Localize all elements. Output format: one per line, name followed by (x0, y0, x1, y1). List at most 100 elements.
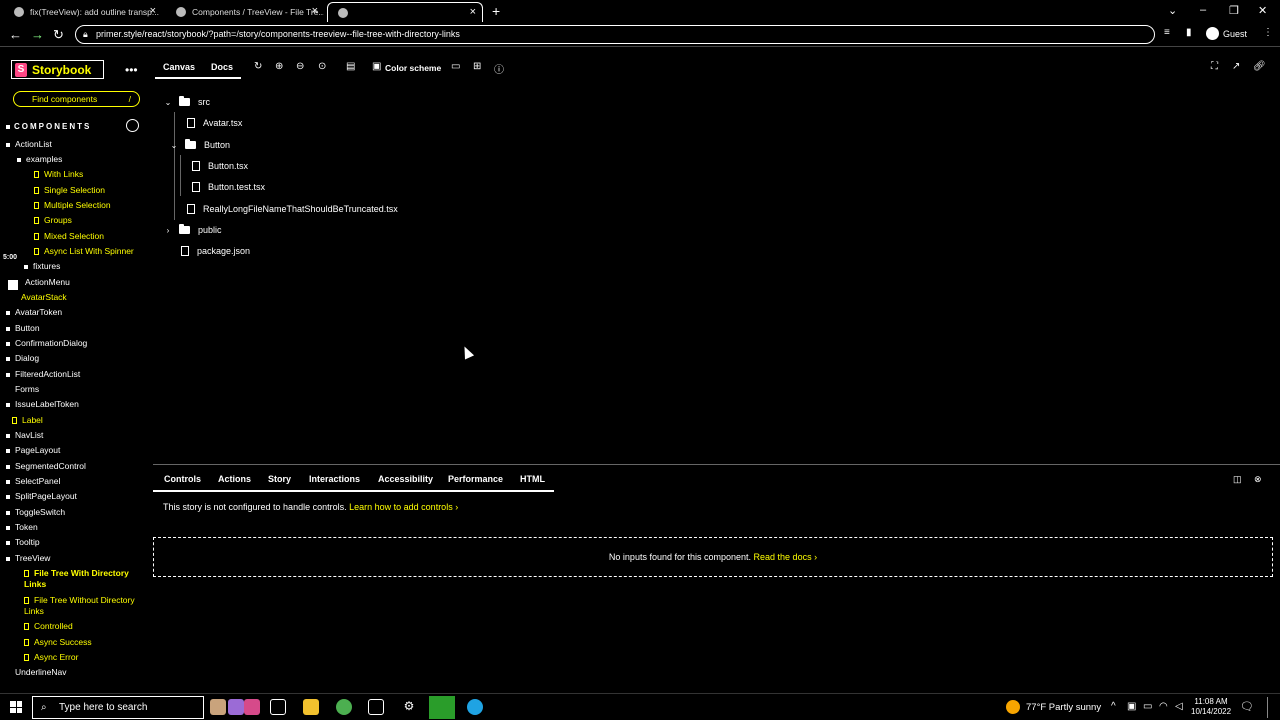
zoom-reset-icon[interactable]: ⊙ (318, 61, 326, 72)
sidebar-item-filteredactionlist[interactable]: FilteredActionList (6, 369, 80, 379)
back-icon[interactable]: ← (9, 27, 22, 42)
read-docs-link[interactable]: Read the docs › (754, 552, 818, 562)
zoom-in-icon[interactable]: ⊕ (275, 61, 283, 72)
sidebar-item-label-story[interactable]: Label (12, 415, 43, 425)
copy-link-icon[interactable]: 🔗︎ (1253, 61, 1266, 72)
notifications-icon[interactable]: 🗨︎ (1240, 700, 1254, 713)
sidebar-story-multiple-selection[interactable]: Multiple Selection (34, 200, 111, 210)
browser-tab-active[interactable]: × (327, 2, 483, 22)
sidebar-story-file-tree-without-directory-links[interactable]: File Tree Without Directory Links (24, 595, 144, 617)
more-menu-icon[interactable]: ••• (125, 63, 138, 77)
tree-item-button-folder[interactable]: ⌄ Button (169, 139, 230, 150)
news-app-icon[interactable] (210, 699, 226, 715)
sidebar-story-async-error[interactable]: Async Error (24, 652, 78, 662)
sidebar-item-button[interactable]: Button (6, 323, 40, 333)
sidebar-item-avatarstack[interactable]: AvatarStack (21, 292, 67, 302)
chrome-icon[interactable] (336, 699, 352, 715)
volume-icon[interactable]: ◁ (1175, 701, 1183, 712)
tab-canvas[interactable]: Canvas (163, 62, 195, 72)
task-view-icon[interactable] (270, 699, 286, 715)
sidebar-item-actionmenu[interactable]: ActionMenu (25, 277, 70, 287)
game-app-icon[interactable] (228, 699, 244, 715)
sidebar-item-avatartoken[interactable]: AvatarToken (6, 307, 62, 317)
tab-controls[interactable]: Controls (164, 474, 201, 484)
sidebar-story-with-links[interactable]: With Links (34, 169, 83, 179)
reload-icon[interactable]: ↻ (53, 27, 64, 43)
collapse-all-icon[interactable] (126, 119, 139, 132)
battery-icon[interactable]: ▭ (1143, 701, 1152, 712)
tree-item-public[interactable]: › public (163, 224, 222, 235)
sidebar-item-confirmationdialog[interactable]: ConfirmationDialog (6, 338, 87, 348)
forward-icon[interactable]: → (31, 27, 44, 42)
sidebar-item-toggleswitch[interactable]: ToggleSwitch (6, 507, 65, 517)
close-icon[interactable]: × (470, 6, 476, 18)
close-window-icon[interactable]: ✕ (1258, 4, 1267, 17)
sidebar-item-actionlist[interactable]: ActionList (6, 139, 52, 149)
sidebar-item-segmentedcontrol[interactable]: SegmentedControl (6, 461, 86, 471)
wifi-icon[interactable]: ◠ (1159, 701, 1168, 712)
system-clock[interactable]: 11:08 AM 10/14/2022 (1191, 697, 1231, 717)
sidebar-story-async-list[interactable]: Async List With Spinner (34, 246, 134, 256)
remount-icon[interactable]: ↻ (254, 61, 262, 72)
tab-story[interactable]: Story (268, 474, 291, 484)
show-desktop-button[interactable] (1267, 697, 1273, 718)
sidebar-item-underlinenav[interactable]: UnderlineNav (6, 667, 67, 677)
edge-icon[interactable] (467, 699, 483, 715)
sidebar-item-tooltip[interactable]: Tooltip (6, 537, 40, 547)
sidebar-item-forms[interactable]: Forms (6, 384, 39, 394)
sidebar-story-controlled[interactable]: Controlled (24, 621, 73, 631)
tab-html[interactable]: HTML (520, 474, 545, 484)
tab-performance[interactable]: Performance (448, 474, 503, 484)
tree-item-button-test[interactable]: Button.test.tsx (192, 182, 265, 192)
storybook-logo[interactable]: S Storybook (11, 60, 104, 79)
minimize-icon[interactable]: – (1200, 4, 1206, 16)
browser-tab[interactable]: fix(TreeView): add outline transp... × (4, 2, 162, 22)
zoom-out-icon[interactable]: ⊖ (296, 61, 304, 72)
components-section-title[interactable]: COMPONENTS (6, 122, 91, 131)
fullscreen-icon[interactable]: ⛶ (1211, 61, 1218, 72)
tree-item-package-json[interactable]: package.json (181, 246, 250, 256)
sidebar-item-fixtures[interactable]: fixtures (24, 261, 60, 271)
grid-icon[interactable]: ▭ (451, 61, 460, 72)
terminal-icon[interactable] (368, 699, 384, 715)
tray-chevron-up-icon[interactable]: ^ (1111, 701, 1116, 712)
address-bar[interactable]: 🔒︎ primer.style/react/storybook/?path=/s… (75, 25, 1155, 44)
sidebar-item-issuelabeltoken[interactable]: IssueLabelToken (6, 399, 79, 409)
file-explorer-icon[interactable] (303, 699, 319, 715)
sidebar-item-splitpagelayout[interactable]: SplitPageLayout (6, 491, 77, 501)
windows-start-icon[interactable] (10, 701, 22, 713)
media-icon[interactable]: ≡ (1164, 27, 1170, 38)
accessibility-icon[interactable]: ⓘ (494, 61, 504, 76)
sidebar-story-single-selection[interactable]: Single Selection (34, 185, 105, 195)
taskbar-search-input[interactable]: ⌕ Type here to search (32, 696, 204, 719)
tree-item-src[interactable]: ⌄ src (163, 96, 210, 107)
close-icon[interactable]: × (150, 5, 156, 17)
chrome-active-icon[interactable] (429, 696, 455, 719)
sidebar-item-dialog[interactable]: Dialog (6, 353, 39, 363)
sidebar-item-examples[interactable]: examples (17, 154, 62, 164)
weather-widget[interactable]: 77°F Partly sunny (1006, 700, 1101, 714)
panel-orientation-icon[interactable]: ◫ (1233, 474, 1242, 485)
tray-app-icon[interactable]: ▣ (1127, 701, 1136, 712)
sidebar-story-file-tree-with-directory-links[interactable]: File Tree With Directory Links (24, 568, 144, 590)
sidebar-item-pagelayout[interactable]: PageLayout (6, 445, 60, 455)
tab-interactions[interactable]: Interactions (309, 474, 360, 484)
learn-controls-link[interactable]: Learn how to add controls › (349, 502, 458, 512)
sidepanel-icon[interactable]: ▮ (1186, 27, 1192, 38)
app-icon[interactable] (244, 699, 260, 715)
sidebar-item-token[interactable]: Token (6, 522, 38, 532)
tab-search-icon[interactable]: ⌄ (1168, 4, 1177, 17)
settings-icon[interactable]: ⚙ (401, 699, 417, 715)
tree-item-long-filename[interactable]: ReallyLongFileNameThatShouldBeTruncated.… (187, 204, 398, 214)
sidebar-item-navlist[interactable]: NavList (6, 430, 43, 440)
search-input[interactable]: Find components / (13, 91, 140, 107)
sidebar-story-mixed-selection[interactable]: Mixed Selection (34, 231, 104, 241)
stop-overlay-icon[interactable] (8, 280, 18, 290)
close-panel-icon[interactable]: ⊗ (1254, 474, 1262, 485)
tab-docs[interactable]: Docs (211, 62, 233, 72)
profile-button[interactable]: Guest (1206, 27, 1247, 40)
color-scheme-button[interactable]: Color scheme (385, 63, 441, 73)
tree-item-avatar[interactable]: Avatar.tsx (187, 118, 242, 128)
sidebar-item-selectpanel[interactable]: SelectPanel (6, 476, 60, 486)
tree-item-button-tsx[interactable]: Button.tsx (192, 161, 248, 171)
